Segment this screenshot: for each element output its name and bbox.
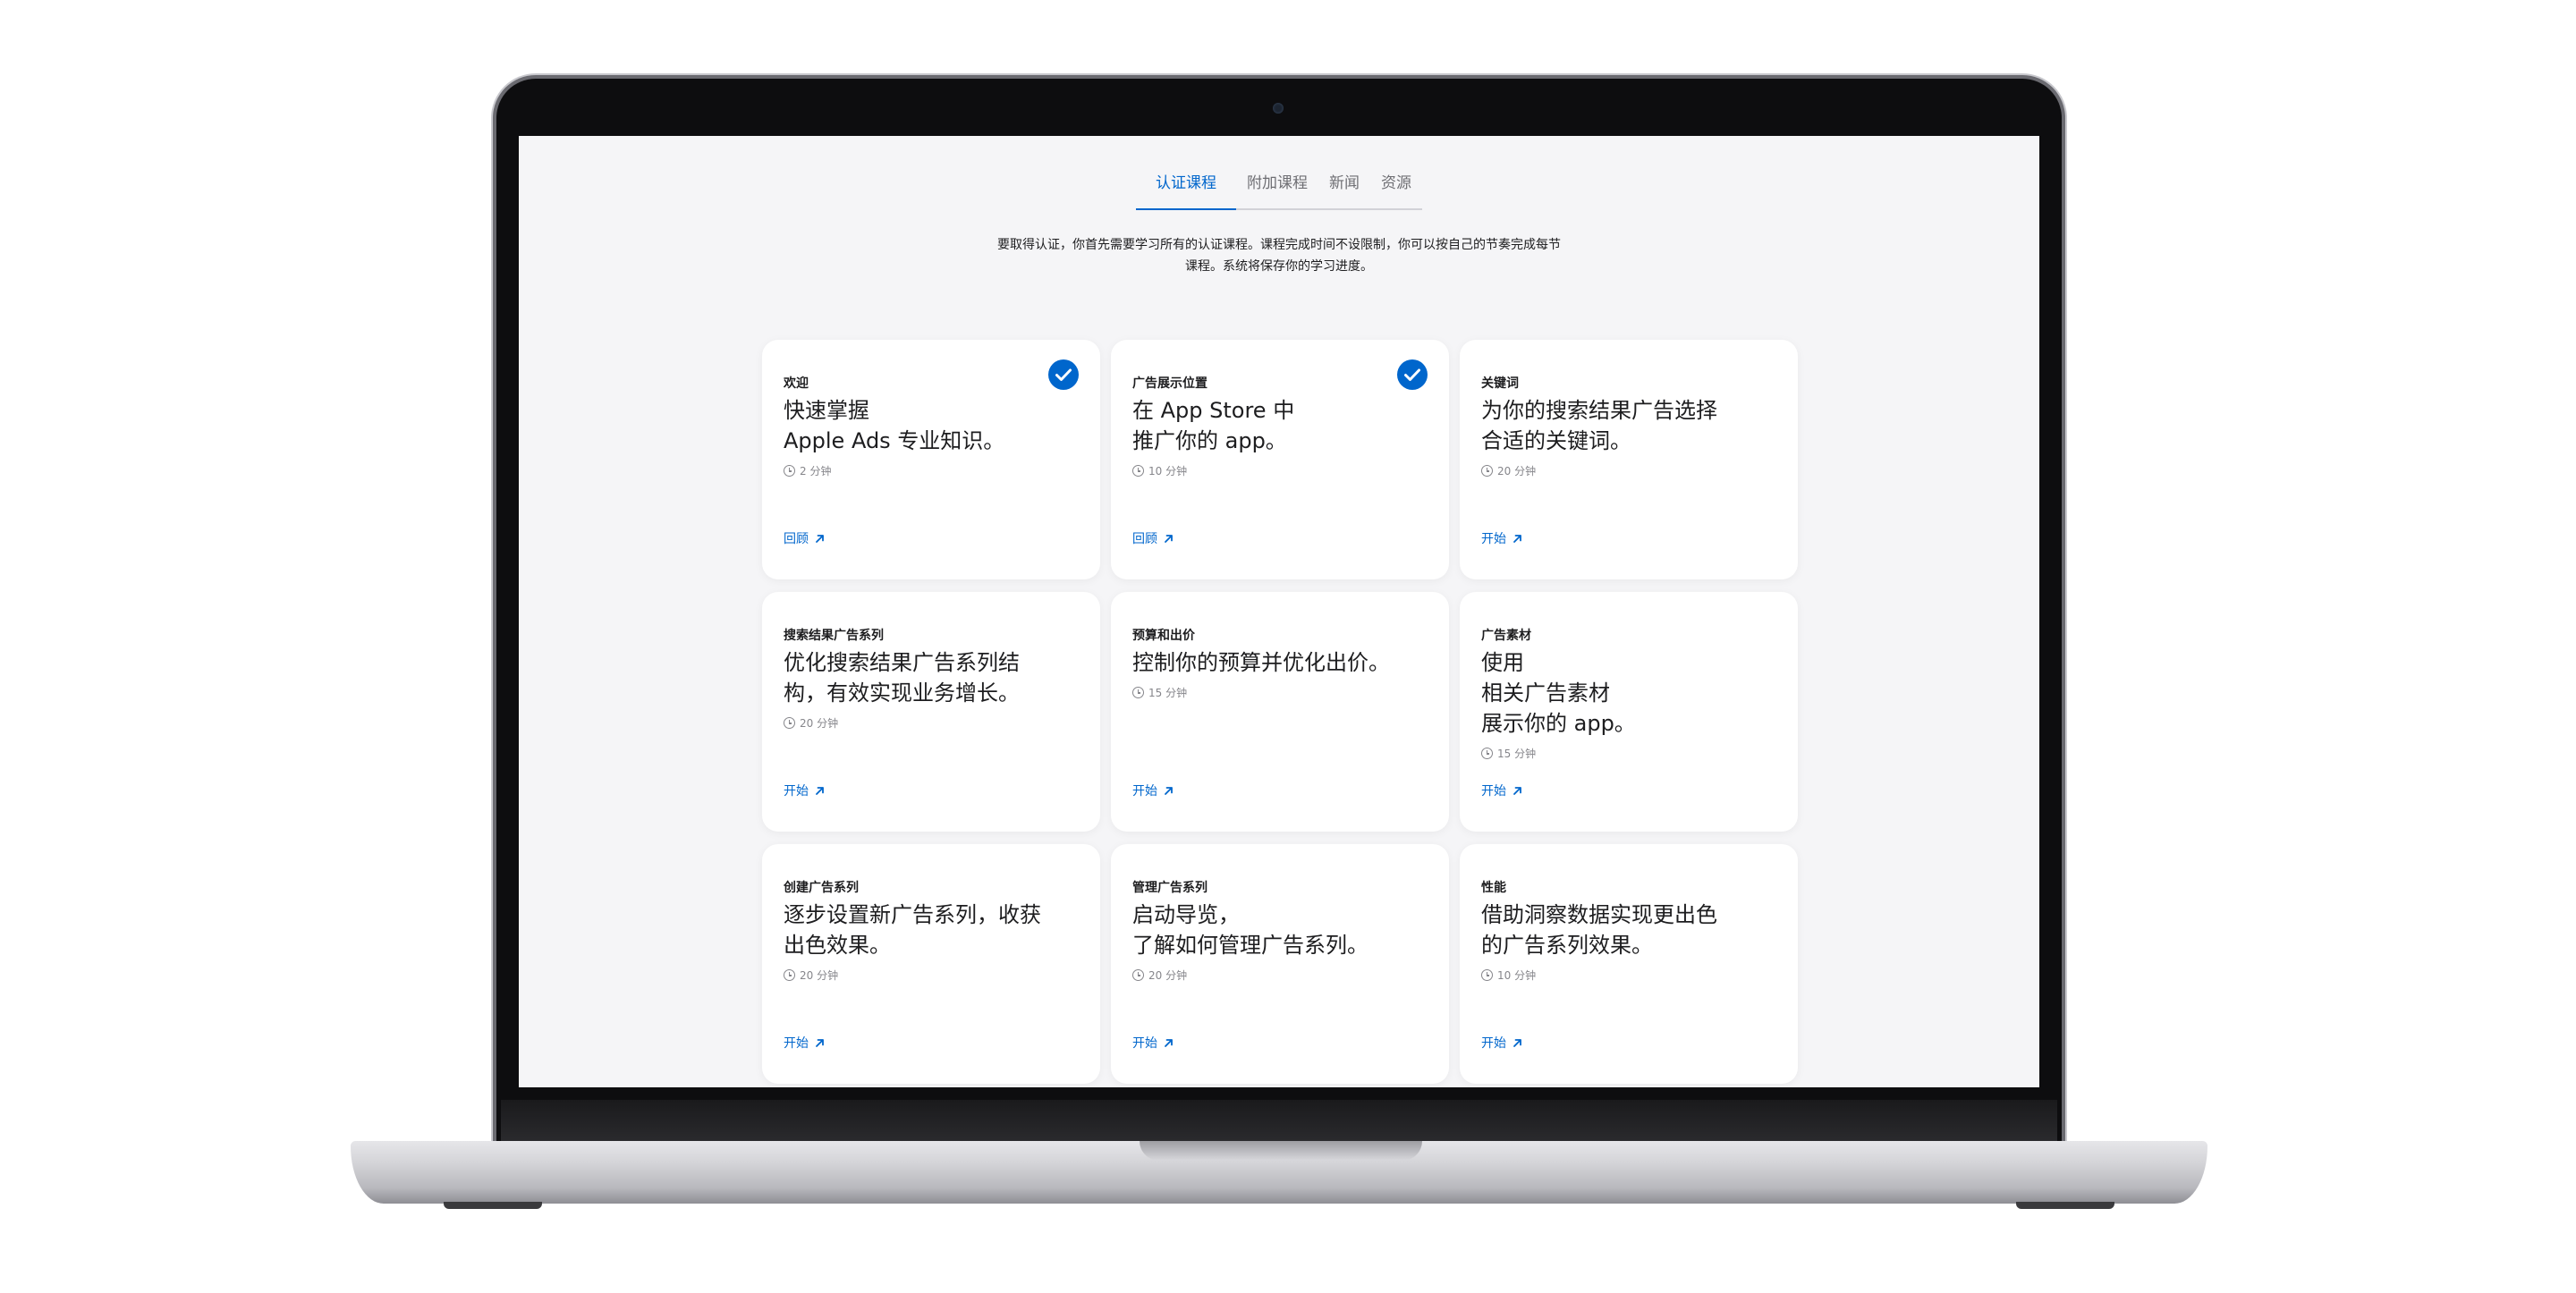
laptop-foot-left (444, 1202, 542, 1209)
clock-icon (1481, 748, 1493, 759)
arrow-up-right-icon (816, 534, 824, 543)
card-action-link[interactable]: 开始 (1132, 1034, 1174, 1052)
tab-list: 认证课程 附加课程 新闻 资源 (1136, 170, 1422, 210)
card-duration-text: 20 分钟 (1497, 465, 1537, 477)
course-card[interactable]: 搜索结果广告系列 优化搜索结果广告系列结 构，有效实现业务增长。 20 分钟 开… (762, 592, 1100, 832)
card-duration-text: 15 分钟 (1148, 687, 1188, 699)
card-category: 管理广告系列 (1132, 881, 1208, 895)
card-title: 逐步设置新广告系列，收获 出色效果。 (784, 902, 1041, 958)
arrow-up-right-icon (1513, 786, 1521, 795)
tab-4[interactable]: 资源 (1370, 170, 1422, 208)
intro-line-1: 要取得认证，你首先需要学习所有的认证课程。课程完成时间不设限制，你可以按自己的节… (997, 238, 1561, 252)
tab-2[interactable]: 附加课程 (1236, 170, 1318, 208)
laptop-hinge (501, 1100, 2057, 1141)
tab-bar: 认证课程 附加课程 新闻 资源 (519, 170, 2039, 210)
card-duration-text: 15 分钟 (1497, 748, 1537, 760)
card-action-label: 回顾 (784, 532, 809, 546)
card-action-link[interactable]: 开始 (784, 782, 826, 799)
clock-icon (1481, 465, 1493, 477)
course-card[interactable]: 广告素材 使用 相关广告素材 展示你的 app。 15 分钟 开始 (1460, 592, 1798, 832)
card-action-label: 开始 (784, 1036, 809, 1051)
laptop-foot-right (2016, 1202, 2114, 1209)
course-card[interactable]: 预算和出价 控制你的预算并优化出价。 15 分钟 开始 (1111, 592, 1449, 832)
card-duration: 20 分钟 (784, 715, 838, 731)
card-duration-text: 20 分钟 (800, 717, 839, 730)
card-duration-text: 20 分钟 (1148, 969, 1188, 982)
laptop-screen: 认证课程 附加课程 新闻 资源 要取得认证，你首先需要学习所有的认证课程。课程完成时间… (519, 136, 2039, 1087)
intro-line-2: 课程。系统将保存你的学习进度。 (1185, 259, 1373, 274)
card-title: 为你的搜索结果广告选择 合适的关键词。 (1481, 398, 1717, 453)
card-action-label: 开始 (1132, 1036, 1157, 1051)
card-action-link[interactable]: 开始 (1481, 782, 1523, 799)
laptop-opening-notch (1140, 1141, 1422, 1161)
arrow-up-right-icon (1165, 1038, 1173, 1047)
course-card[interactable]: 性能 借助洞察数据实现更出色 的广告系列效果。 10 分钟 开始 (1460, 844, 1798, 1084)
card-duration: 20 分钟 (1132, 968, 1187, 983)
card-category: 性能 (1481, 881, 1506, 895)
card-duration: 20 分钟 (784, 968, 838, 983)
clock-icon (1132, 687, 1144, 698)
card-category: 创建广告系列 (784, 881, 859, 895)
checkmark-circle-icon (1048, 359, 1079, 390)
card-action-link[interactable]: 开始 (1132, 782, 1174, 799)
clock-icon (784, 465, 795, 477)
card-action-link[interactable]: 回顾 (784, 529, 826, 547)
card-category: 广告展示位置 (1132, 376, 1208, 391)
course-card[interactable]: 创建广告系列 逐步设置新广告系列，收获 出色效果。 20 分钟 开始 (762, 844, 1100, 1084)
arrow-up-right-icon (1513, 1038, 1521, 1047)
arrow-up-right-icon (1165, 534, 1173, 543)
card-category: 预算和出价 (1132, 629, 1195, 643)
card-action-label: 开始 (1481, 1036, 1506, 1051)
clock-icon (1132, 969, 1144, 981)
card-category: 关键词 (1481, 376, 1519, 391)
arrow-up-right-icon (1165, 786, 1173, 795)
card-category: 欢迎 (784, 376, 809, 391)
card-category: 搜索结果广告系列 (784, 629, 884, 643)
card-title: 使用 相关广告素材 展示你的 app。 (1481, 650, 1636, 736)
card-duration-text: 2 分钟 (800, 465, 832, 477)
card-duration-text: 20 分钟 (800, 969, 839, 982)
card-title: 启动导览， 了解如何管理广告系列。 (1132, 902, 1368, 958)
checkmark-circle-icon (1397, 359, 1428, 390)
course-card[interactable]: 管理广告系列 启动导览， 了解如何管理广告系列。 20 分钟 开始 (1111, 844, 1449, 1084)
card-duration-text: 10 分钟 (1497, 969, 1537, 982)
card-action-label: 开始 (784, 784, 809, 799)
card-title: 借助洞察数据实现更出色 的广告系列效果。 (1481, 902, 1717, 958)
card-category: 广告素材 (1481, 629, 1531, 643)
card-duration: 10 分钟 (1132, 463, 1187, 478)
card-action-link[interactable]: 开始 (1481, 529, 1523, 547)
card-duration: 15 分钟 (1132, 685, 1187, 700)
card-duration-text: 10 分钟 (1148, 465, 1188, 477)
intro-text: 要取得认证，你首先需要学习所有的认证课程。课程完成时间不设限制，你可以按自己的节… (519, 234, 2039, 277)
arrow-up-right-icon (1513, 534, 1521, 543)
card-title: 控制你的预算并优化出价。 (1132, 650, 1390, 675)
clock-icon (1132, 465, 1144, 477)
card-action-label: 开始 (1481, 532, 1506, 546)
arrow-up-right-icon (816, 1038, 824, 1047)
card-title: 优化搜索结果广告系列结 构，有效实现业务增长。 (784, 650, 1020, 706)
card-action-link[interactable]: 开始 (1481, 1034, 1523, 1052)
course-card[interactable]: 关键词 为你的搜索结果广告选择 合适的关键词。 20 分钟 开始 (1460, 340, 1798, 579)
card-duration: 10 分钟 (1481, 968, 1536, 983)
card-action-label: 回顾 (1132, 532, 1157, 546)
card-action-label: 开始 (1481, 784, 1506, 799)
clock-icon (784, 717, 795, 729)
card-duration: 2 分钟 (784, 463, 831, 478)
card-action-link[interactable]: 回顾 (1132, 529, 1174, 547)
clock-icon (784, 969, 795, 981)
card-action-label: 开始 (1132, 784, 1157, 799)
card-duration: 15 分钟 (1481, 746, 1536, 761)
clock-icon (1481, 969, 1493, 981)
tab-1[interactable]: 认证课程 (1136, 170, 1236, 210)
course-grid: 欢迎 快速掌握 Apple Ads 专业知识。 2 分钟 回顾 广告展示位置 在… (762, 340, 1798, 1084)
card-title: 快速掌握 Apple Ads 专业知识。 (784, 398, 1005, 453)
card-duration: 20 分钟 (1481, 463, 1536, 478)
card-action-link[interactable]: 开始 (784, 1034, 826, 1052)
course-card[interactable]: 欢迎 快速掌握 Apple Ads 专业知识。 2 分钟 回顾 (762, 340, 1100, 579)
card-title: 在 App Store 中 推广你的 app。 (1132, 398, 1295, 453)
camera-icon (1273, 103, 1284, 114)
tab-3[interactable]: 新闻 (1318, 170, 1370, 208)
course-card[interactable]: 广告展示位置 在 App Store 中 推广你的 app。 10 分钟 回顾 (1111, 340, 1449, 579)
arrow-up-right-icon (816, 786, 824, 795)
